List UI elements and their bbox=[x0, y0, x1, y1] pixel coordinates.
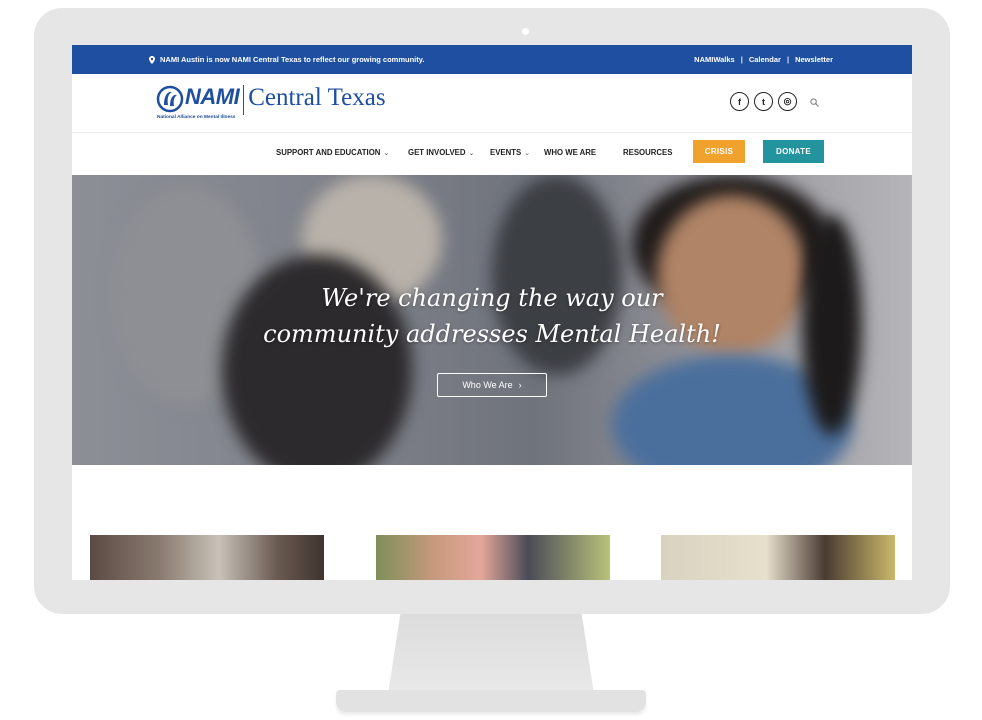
logo-name-text: Central Texas bbox=[248, 84, 386, 111]
top-links: NAMIWalks | Calendar | Newsletter bbox=[694, 55, 833, 64]
calendar-link[interactable]: Calendar bbox=[749, 55, 781, 64]
monitor-stand-base bbox=[336, 690, 646, 712]
site-header: NAMI Central Texas National Alliance on … bbox=[72, 74, 912, 132]
chevron-down-icon: ⌄ bbox=[383, 149, 390, 157]
nav-support-education[interactable]: SUPPORT AND EDUCATION ⌄ bbox=[276, 148, 389, 157]
announcement: NAMI Austin is now NAMI Central Texas to… bbox=[149, 55, 424, 64]
namiwalks-link[interactable]: NAMIWalks bbox=[694, 55, 735, 64]
who-we-are-button[interactable]: Who We Are › bbox=[437, 373, 547, 397]
social-links: f t ◎ bbox=[730, 92, 797, 111]
hero-button-label: Who We Are bbox=[462, 380, 513, 390]
hero-headline: We're changing the way our community add… bbox=[72, 280, 912, 352]
nav-label: RESOURCES bbox=[623, 148, 673, 157]
nav-resources[interactable]: RESOURCES bbox=[623, 148, 672, 157]
feature-card-image[interactable] bbox=[376, 535, 610, 580]
hero-line-1: We're changing the way our bbox=[321, 284, 663, 312]
website-screen: NAMI Austin is now NAMI Central Texas to… bbox=[72, 45, 912, 580]
camera-dot bbox=[522, 28, 529, 35]
chevron-right-icon: › bbox=[518, 380, 522, 390]
newsletter-link[interactable]: Newsletter bbox=[795, 55, 833, 64]
nav-label: GET INVOLVED bbox=[408, 148, 466, 157]
logo-divider bbox=[243, 85, 245, 115]
chevron-down-icon: ⌄ bbox=[468, 149, 475, 157]
nav-label: SUPPORT AND EDUCATION bbox=[276, 148, 381, 157]
feature-card-image[interactable] bbox=[661, 535, 895, 580]
announcement-text: NAMI Austin is now NAMI Central Texas to… bbox=[160, 55, 425, 64]
donate-button[interactable]: DONATE bbox=[763, 140, 824, 163]
hero-line-2: community addresses Mental Health! bbox=[263, 320, 721, 348]
nav-label: EVENTS bbox=[490, 148, 522, 157]
nami-logo-mark-icon bbox=[156, 85, 184, 113]
feature-card-image[interactable] bbox=[90, 535, 324, 580]
nav-events[interactable]: EVENTS ⌄ bbox=[490, 148, 530, 157]
hero-banner: We're changing the way our community add… bbox=[72, 175, 912, 465]
logo-subtitle: National Alliance on Mental Illness bbox=[157, 115, 236, 120]
map-pin-icon bbox=[149, 55, 155, 64]
chevron-down-icon: ⌄ bbox=[524, 149, 531, 157]
logo-nami-text: NAMI bbox=[185, 84, 240, 109]
main-nav: SUPPORT AND EDUCATION ⌄ GET INVOLVED ⌄ E… bbox=[72, 132, 912, 175]
link-separator: | bbox=[740, 55, 743, 64]
twitter-icon[interactable]: t bbox=[754, 92, 773, 111]
facebook-icon[interactable]: f bbox=[730, 92, 749, 111]
link-separator: | bbox=[786, 55, 790, 64]
crisis-button[interactable]: CRISIS bbox=[693, 140, 745, 163]
site-logo[interactable]: NAMI Central Texas bbox=[156, 85, 386, 115]
nav-get-involved[interactable]: GET INVOLVED ⌄ bbox=[408, 148, 474, 157]
nav-who-we-are[interactable]: WHO WE ARE bbox=[544, 148, 596, 157]
announcement-bar: NAMI Austin is now NAMI Central Texas to… bbox=[72, 45, 912, 74]
instagram-icon[interactable]: ◎ bbox=[778, 92, 797, 111]
monitor-stand-neck bbox=[388, 614, 594, 694]
search-icon[interactable] bbox=[810, 98, 819, 107]
nav-label: WHO WE ARE bbox=[544, 148, 597, 157]
